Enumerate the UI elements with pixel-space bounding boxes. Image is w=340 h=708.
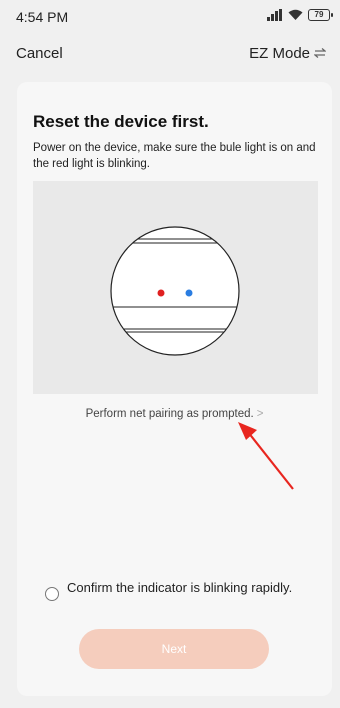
net-pairing-label: Perform net pairing as prompted. (85, 408, 254, 420)
cancel-button[interactable]: Cancel (16, 45, 63, 62)
blue-indicator-light (185, 289, 193, 297)
signal-icon (267, 9, 283, 21)
switch-arrows-icon (313, 45, 327, 62)
next-button[interactable]: Next (79, 629, 269, 669)
confirm-label: Confirm the indicator is blinking rapidl… (67, 580, 293, 595)
page-title: Reset the device first. (33, 112, 209, 131)
ez-mode-button[interactable]: EZ Mode (249, 45, 327, 62)
net-pairing-link[interactable]: Perform net pairing as prompted. > (17, 408, 332, 420)
ez-mode-label: EZ Mode (249, 45, 310, 62)
status-icons: 79 (267, 9, 333, 21)
wifi-icon (288, 9, 303, 21)
confirm-radio[interactable] (45, 587, 59, 601)
status-time: 4:54 PM (16, 9, 69, 25)
red-indicator-light (157, 289, 165, 297)
content-card: Reset the device first. Power on the dev… (17, 82, 332, 696)
device-illustration (33, 181, 318, 394)
instruction-text: Power on the device, make sure the bule … (33, 142, 316, 170)
nav-bar: Cancel EZ Mode (0, 40, 340, 68)
confirm-indicator-option[interactable]: Confirm the indicator is blinking rapidl… (45, 579, 315, 601)
status-bar: 4:54 PM 79 (0, 0, 340, 34)
battery-icon: 79 (308, 9, 333, 21)
chevron-right-icon: > (256, 408, 264, 420)
